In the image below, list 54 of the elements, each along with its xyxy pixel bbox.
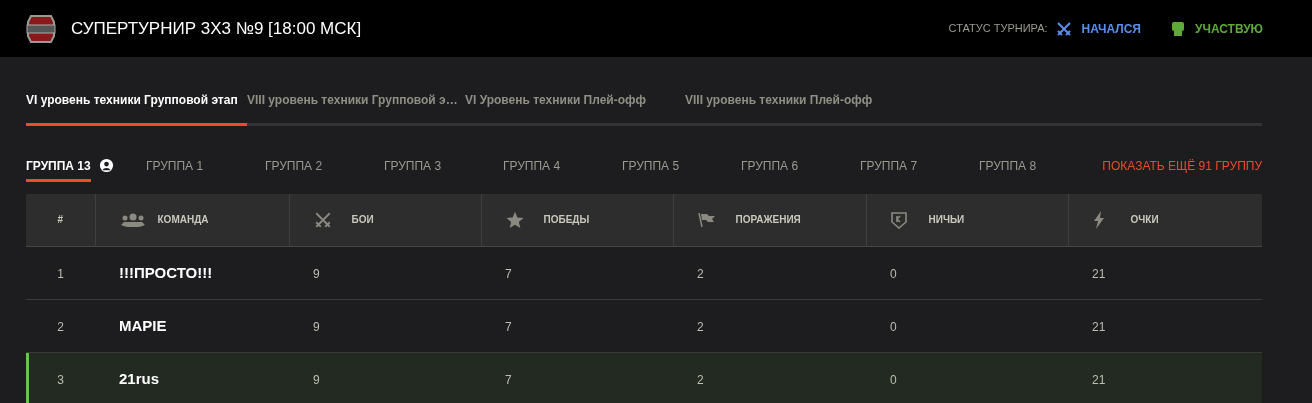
table-cell: 7: [505, 319, 512, 334]
stage-tab[interactable]: VIII уровень техники Плей-офф: [685, 93, 873, 107]
group-icon: [119, 212, 146, 227]
status-text: НАЧАЛСЯ: [1081, 20, 1141, 38]
stage-tab[interactable]: VI уровень техники Групповой этап: [26, 93, 238, 107]
column-header: #: [57, 213, 64, 228]
table-cell: 2: [697, 319, 704, 334]
table-cell: 21: [1092, 319, 1106, 334]
table-cell: 0: [890, 372, 897, 387]
column-header: ОЧКИ: [1130, 213, 1159, 228]
group-tab[interactable]: ГРУППА 4: [503, 157, 561, 182]
tournament-logo: [25, 12, 57, 45]
crossed-swords-icon: [313, 210, 332, 229]
table-cell: 9: [313, 372, 320, 387]
flag-icon: [697, 211, 716, 228]
table-cell: 3: [57, 372, 64, 387]
crossed-swords-icon: [1055, 20, 1072, 37]
group-tab[interactable]: ГРУППА 3: [384, 157, 442, 182]
shield-icon: [890, 210, 907, 229]
lightning-icon: [1092, 210, 1105, 229]
column-header: НИЧЬИ: [928, 213, 965, 228]
group-tab[interactable]: ГРУППА 13: [26, 157, 91, 182]
table-cell: 1: [57, 266, 64, 281]
stage-tab[interactable]: VIII уровень техники Групповой э…: [247, 93, 458, 107]
team-name: MAPIE: [119, 316, 167, 334]
table-cell: 9: [313, 319, 320, 334]
star-icon: [505, 210, 524, 229]
stage-tab[interactable]: VI Уровень техники Плей-офф: [465, 93, 647, 107]
table-cell: 7: [505, 266, 512, 281]
group-tab[interactable]: ГРУППА 7: [860, 157, 918, 182]
team-name: !!!ПРОСТО!!!: [119, 263, 213, 281]
column-header: БОИ: [351, 213, 374, 228]
group-tab[interactable]: ГРУППА 8: [979, 157, 1037, 182]
column-header: ПОБЕДЫ: [543, 213, 590, 228]
status-label: СТАТУС ТУРНИРА:: [948, 21, 1048, 37]
table-cell: 0: [890, 319, 897, 334]
table-cell: 21: [1092, 266, 1106, 281]
table-cell: 21: [1092, 372, 1106, 387]
column-header: ПОРАЖЕНИЯ: [735, 213, 801, 228]
table-cell: 2: [697, 372, 704, 387]
group-tab[interactable]: ГРУППА 1: [146, 157, 204, 182]
table-cell: 2: [57, 319, 64, 334]
participation-status: УЧАСТВУЮ: [1195, 20, 1263, 38]
group-tab[interactable]: ГРУППА 5: [622, 157, 680, 182]
table-cell: 2: [697, 266, 704, 281]
team-name: 21rus: [119, 369, 160, 387]
group-tab[interactable]: ГРУППА 2: [265, 157, 323, 182]
table-cell: 9: [313, 266, 320, 281]
show-more-link[interactable]: ПОКАЗАТЬ ЕЩЁ 91 ГРУППУ: [1102, 157, 1262, 175]
column-header: КОМАНДА: [157, 213, 209, 228]
group-tab[interactable]: ГРУППА 6: [741, 157, 799, 182]
table-cell: 7: [505, 372, 512, 387]
table-cell: 0: [890, 266, 897, 281]
tournament-title: СУПЕРТУРНИР 3Х3 №9 [18:00 МСК]: [71, 17, 362, 40]
